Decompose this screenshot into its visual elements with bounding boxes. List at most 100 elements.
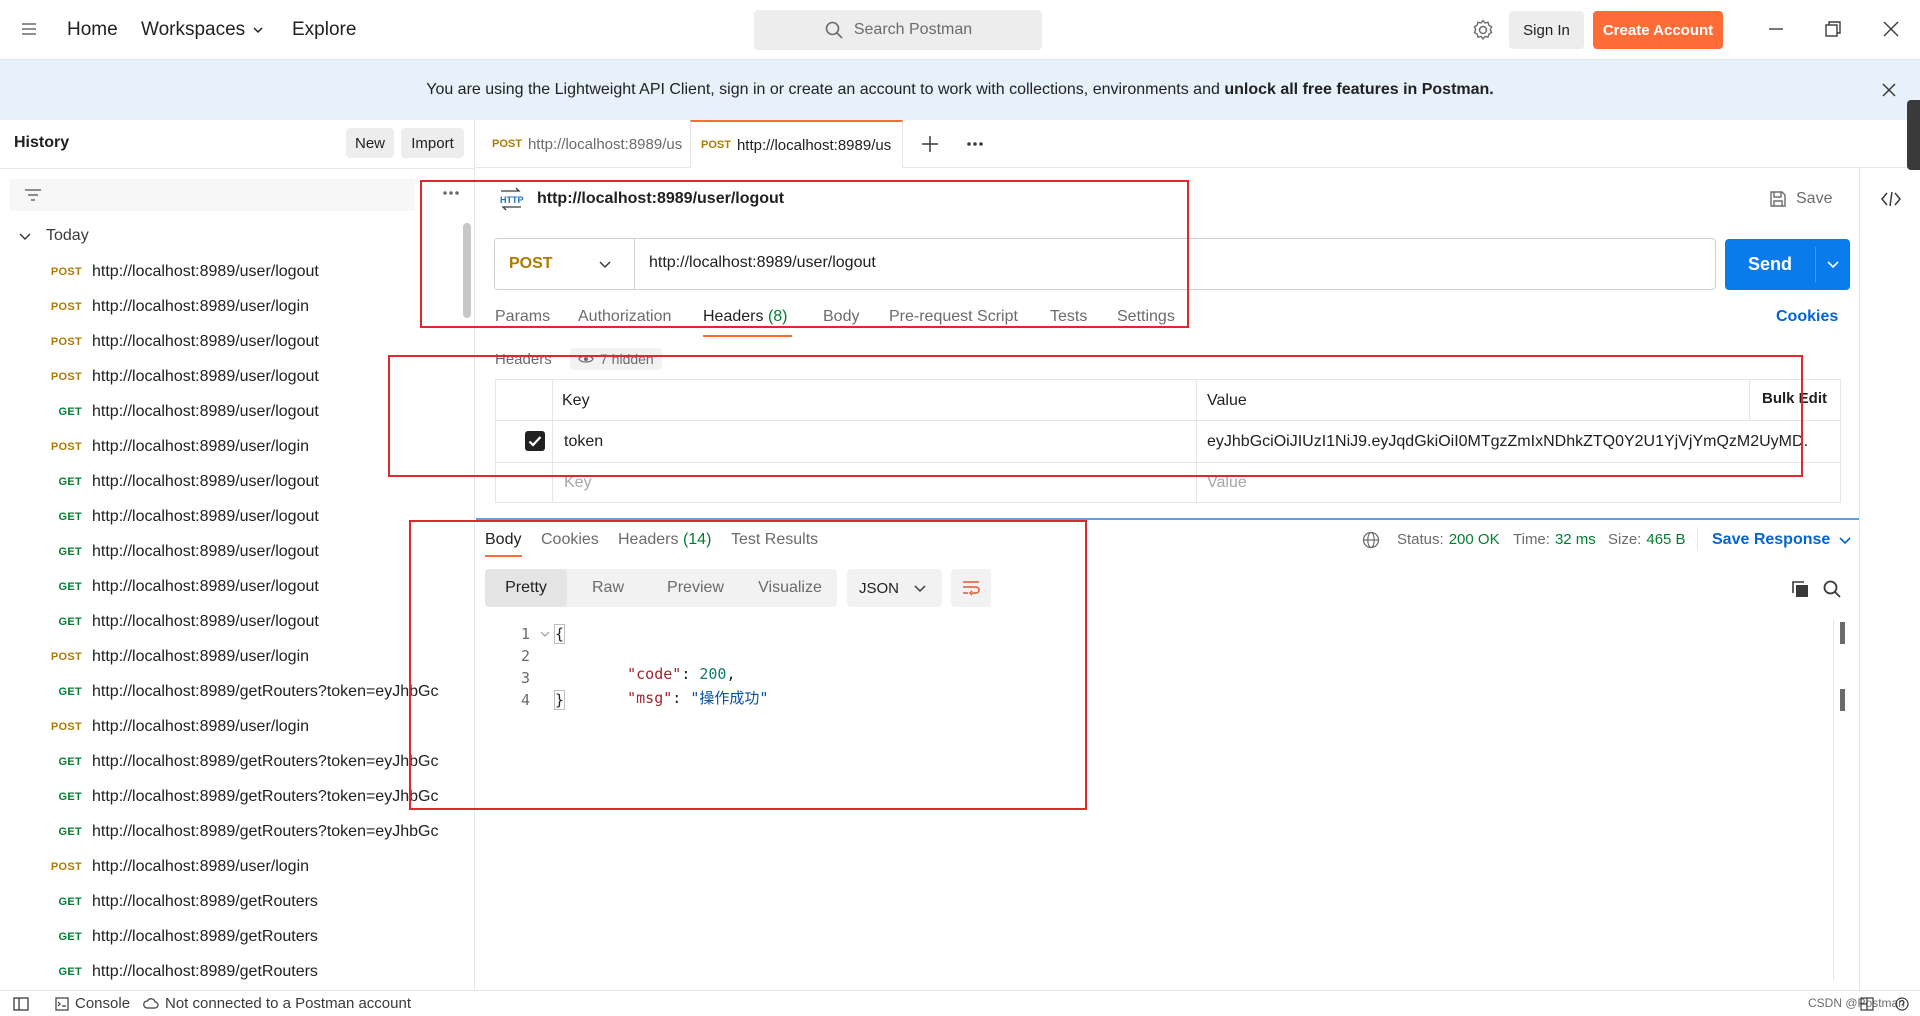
close-banner-icon[interactable] <box>1881 82 1897 98</box>
history-item[interactable]: POST http://localhost:8989/user/login <box>0 289 470 324</box>
banner-bold-text: unlock all free features in Postman. <box>1224 81 1494 98</box>
status-bar: Console Not connected to a Postman accou… <box>0 990 1920 1016</box>
history-item-method: GET <box>58 825 82 838</box>
save-response-button[interactable]: Save Response <box>1712 531 1852 549</box>
size-value[interactable]: 465 B <box>1646 531 1685 548</box>
time-value[interactable]: 32 ms <box>1555 531 1596 548</box>
history-item[interactable]: GET http://localhost:8989/user/logout <box>0 569 470 604</box>
history-item-method: GET <box>58 685 82 698</box>
history-item[interactable]: GET http://localhost:8989/user/logout <box>0 604 470 639</box>
history-item-url: http://localhost:8989/user/logout <box>92 472 319 490</box>
history-item-method: GET <box>58 510 82 523</box>
history-item-url: http://localhost:8989/user/logout <box>92 367 319 385</box>
top-bar: Home Workspaces Explore Search Postman S… <box>0 0 1920 60</box>
sign-in-button[interactable]: Sign In <box>1509 11 1584 49</box>
search-input[interactable]: Search Postman <box>754 10 1042 50</box>
history-item[interactable]: GET http://localhost:8989/user/logout <box>0 499 470 534</box>
sidebar-toggle-icon[interactable] <box>13 997 29 1011</box>
side-widget <box>1907 100 1920 170</box>
new-button[interactable]: New <box>346 128 394 158</box>
history-item[interactable]: GET http://localhost:8989/getRouters?toke… <box>0 779 470 814</box>
info-banner: You are using the Lightweight API Client… <box>0 60 1920 120</box>
search-response-icon[interactable] <box>1822 579 1842 599</box>
history-item-method: GET <box>58 475 82 488</box>
right-rail-divider <box>1859 168 1860 990</box>
history-group-today[interactable]: Today <box>18 227 89 245</box>
history-item[interactable]: GET http://localhost:8989/getRouters <box>0 954 470 989</box>
minimize-icon[interactable] <box>1767 20 1785 38</box>
history-item[interactable]: GET http://localhost:8989/getRouters?toke… <box>0 674 470 709</box>
history-item-url: http://localhost:8989/getRouters?token=e… <box>92 787 439 805</box>
connection-status[interactable]: Not connected to a Postman account <box>143 995 411 1012</box>
send-label: Send <box>1748 254 1793 274</box>
history-item-url: http://localhost:8989/getRouters <box>92 962 318 980</box>
filter-input[interactable] <box>10 179 415 211</box>
close-window-icon[interactable] <box>1882 20 1900 38</box>
editor-scrollbar[interactable] <box>1840 622 1845 644</box>
history-item[interactable]: POST http://localhost:8989/user/login <box>0 849 470 884</box>
history-item-url: http://localhost:8989/getRouters <box>92 927 318 945</box>
history-item-method: POST <box>50 650 82 663</box>
chevron-down-icon <box>1838 533 1852 547</box>
chevron-down-icon <box>18 229 32 243</box>
history-item[interactable]: GET http://localhost:8989/getRouters?toke… <box>0 814 470 849</box>
history-item-method: GET <box>58 790 82 803</box>
history-item-method: GET <box>58 405 82 418</box>
cookies-link[interactable]: Cookies <box>1776 308 1838 326</box>
import-button[interactable]: Import <box>401 128 464 158</box>
history-item-url: http://localhost:8989/user/logout <box>92 577 319 595</box>
divider <box>1697 527 1698 551</box>
send-button[interactable]: Send <box>1725 239 1850 290</box>
tab-request[interactable]: POST http://localhost:8989/us <box>484 120 688 168</box>
console-button[interactable]: Console <box>55 995 130 1012</box>
restore-icon[interactable] <box>1824 20 1842 38</box>
copy-icon[interactable] <box>1790 579 1810 599</box>
history-item-method: POST <box>50 720 82 733</box>
add-tab-icon[interactable] <box>921 135 939 153</box>
history-item-method: GET <box>58 545 82 558</box>
save-label: Save <box>1796 190 1833 207</box>
divider <box>0 168 475 169</box>
tab-request-active[interactable]: POST http://localhost:8989/us <box>690 120 903 168</box>
save-button[interactable]: Save <box>1768 189 1832 209</box>
history-item[interactable]: POST http://localhost:8989/user/login <box>0 639 470 674</box>
tab-label: http://localhost:8989/us <box>736 136 892 154</box>
history-item[interactable]: GET http://localhost:8989/user/logout <box>0 534 470 569</box>
nav-home[interactable]: Home <box>67 19 118 41</box>
history-item-url: http://localhost:8989/user/logout <box>92 612 319 630</box>
history-item[interactable]: GET http://localhost:8989/getRouters?toke… <box>0 744 470 779</box>
connection-label: Not connected to a Postman account <box>165 995 411 1012</box>
history-item-method: GET <box>58 580 82 593</box>
nav-workspaces[interactable]: Workspaces <box>141 19 265 41</box>
chevron-down-icon[interactable] <box>1826 257 1840 271</box>
history-item-method: GET <box>58 615 82 628</box>
history-item-url: http://localhost:8989/user/login <box>92 647 310 665</box>
history-item[interactable]: POST http://localhost:8989/user/login <box>0 709 470 744</box>
history-item-url: http://localhost:8989/user/logout <box>92 402 319 420</box>
code-snippet-icon[interactable] <box>1880 189 1902 209</box>
nav-explore[interactable]: Explore <box>292 19 356 41</box>
history-item[interactable]: POST http://localhost:8989/user/logout <box>0 254 470 289</box>
history-item-method: POST <box>50 335 82 348</box>
save-icon <box>1768 189 1788 209</box>
status-value[interactable]: 200 OK <box>1449 531 1500 548</box>
globe-icon[interactable] <box>1362 531 1380 549</box>
more-tabs-icon[interactable] <box>966 141 984 147</box>
history-item-url: http://localhost:8989/user/logout <box>92 542 319 560</box>
history-item[interactable]: GET http://localhost:8989/getRouters <box>0 884 470 919</box>
history-item-url: http://localhost:8989/user/login <box>92 437 310 455</box>
menu-icon[interactable] <box>20 20 38 38</box>
history-item[interactable]: POST http://localhost:8989/user/logout <box>0 324 470 359</box>
help-icon[interactable] <box>1895 997 1909 1011</box>
layout-icon[interactable] <box>1860 997 1874 1011</box>
history-item[interactable]: GET http://localhost:8989/getRouters <box>0 919 470 954</box>
console-icon <box>55 996 69 1011</box>
tab-label: http://localhost:8989/us <box>527 135 683 153</box>
search-icon <box>824 20 844 40</box>
search-placeholder: Search Postman <box>853 21 973 38</box>
create-account-button[interactable]: Create Account <box>1593 11 1723 49</box>
history-item-url: http://localhost:8989/getRouters?token=e… <box>92 682 439 700</box>
annotation-box <box>388 355 1803 477</box>
nav-workspaces-label: Workspaces <box>141 19 246 40</box>
gear-icon[interactable] <box>1471 18 1495 42</box>
